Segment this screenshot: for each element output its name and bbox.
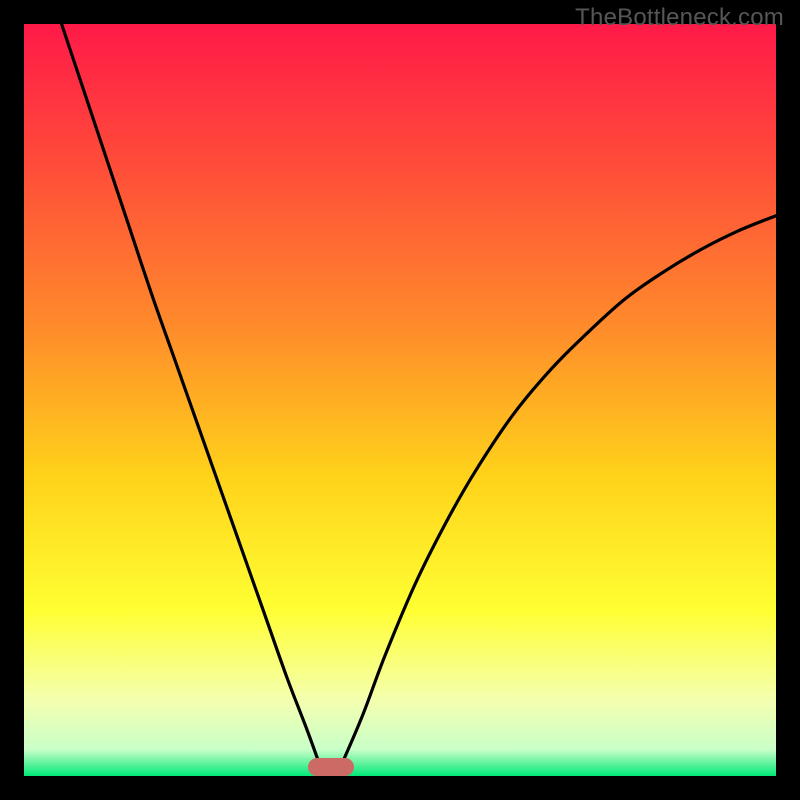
watermark-text: TheBottleneck.com — [575, 4, 784, 32]
plot-area — [24, 24, 776, 776]
right-curve — [340, 216, 776, 769]
curves-layer — [24, 24, 776, 776]
chart-frame: TheBottleneck.com — [0, 0, 800, 800]
bottleneck-marker — [308, 758, 355, 776]
left-curve — [62, 24, 321, 768]
